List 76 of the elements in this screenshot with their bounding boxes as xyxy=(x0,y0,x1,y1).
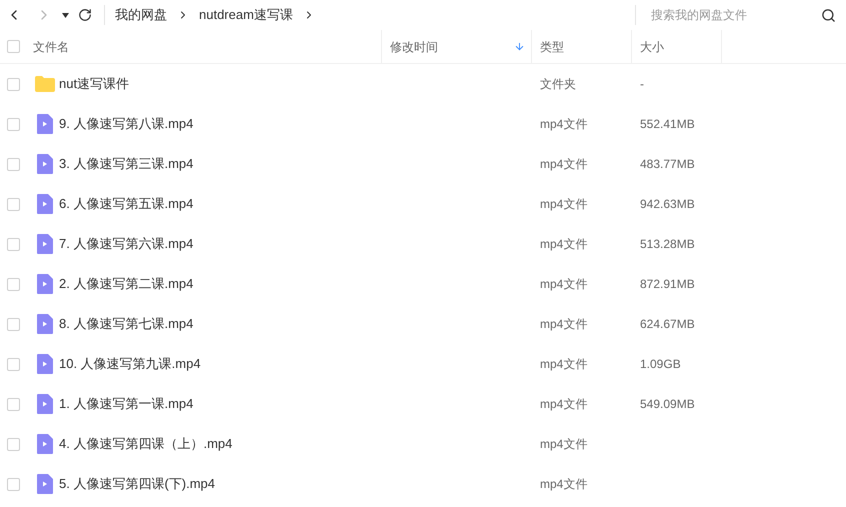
video-file-icon xyxy=(37,114,53,134)
checkbox[interactable] xyxy=(7,398,20,410)
checkbox[interactable] xyxy=(7,118,20,130)
file-row[interactable]: 8. 人像速写第七课.mp4 mp4文件 624.67MB xyxy=(0,304,846,344)
file-row[interactable]: 5. 人像速写第四课(下).mp4 mp4文件 xyxy=(0,464,846,504)
file-row[interactable]: nut速写课件 文件夹 - xyxy=(0,64,846,104)
file-size: 549.09MB xyxy=(639,396,695,413)
checkbox[interactable] xyxy=(7,278,20,290)
video-file-icon xyxy=(37,434,53,454)
file-name: 2. 人像速写第二课.mp4 xyxy=(59,275,194,294)
file-type: mp4文件 xyxy=(539,156,588,173)
video-file-icon xyxy=(37,474,53,494)
checkbox[interactable] xyxy=(7,40,20,53)
file-type: 文件夹 xyxy=(539,76,577,93)
file-row[interactable]: 1. 人像速写第一课.mp4 mp4文件 549.09MB xyxy=(0,384,846,424)
file-type: mp4文件 xyxy=(539,316,588,333)
checkbox[interactable] xyxy=(7,198,20,210)
checkbox[interactable] xyxy=(7,238,20,250)
file-row[interactable]: 3. 人像速写第三课.mp4 mp4文件 483.77MB xyxy=(0,144,846,184)
file-type: mp4文件 xyxy=(539,196,588,213)
checkbox[interactable] xyxy=(7,358,20,370)
file-name: 4. 人像速写第四课（上）.mp4 xyxy=(59,435,232,454)
file-size: 483.77MB xyxy=(639,156,695,173)
file-size: - xyxy=(639,76,644,93)
file-type: mp4文件 xyxy=(539,116,588,133)
search-icon[interactable] xyxy=(821,8,836,22)
file-name: 9. 人像速写第八课.mp4 xyxy=(59,115,194,134)
video-file-icon xyxy=(37,354,53,374)
file-size: 513.28MB xyxy=(639,236,695,253)
column-header[interactable]: 大小 xyxy=(632,30,722,63)
file-row[interactable]: 4. 人像速写第四课（上）.mp4 mp4文件 xyxy=(0,424,846,464)
video-file-icon xyxy=(37,234,53,254)
column-header[interactable]: 文件名 xyxy=(33,30,382,63)
checkbox[interactable] xyxy=(7,78,20,90)
file-size: 872.91MB xyxy=(639,276,695,293)
refresh-icon[interactable] xyxy=(78,8,92,22)
file-row[interactable]: 7. 人像速写第六课.mp4 mp4文件 513.28MB xyxy=(0,224,846,264)
file-name: 8. 人像速写第七课.mp4 xyxy=(59,315,194,334)
file-row[interactable]: 9. 人像速写第八课.mp4 mp4文件 552.41MB xyxy=(0,104,846,144)
dropdown-caret-icon[interactable] xyxy=(62,12,69,18)
checkbox[interactable] xyxy=(7,438,20,450)
file-size: 624.67MB xyxy=(639,316,695,333)
folder-icon xyxy=(35,76,55,92)
file-type: mp4文件 xyxy=(539,476,588,493)
video-file-icon xyxy=(37,394,53,414)
file-type: mp4文件 xyxy=(539,436,588,453)
video-file-icon xyxy=(37,314,53,334)
video-file-icon xyxy=(37,154,53,174)
column-header[interactable]: 类型 xyxy=(532,30,632,63)
file-name: 1. 人像速写第一课.mp4 xyxy=(59,395,194,414)
file-name: nut速写课件 xyxy=(59,75,130,94)
file-size: 552.41MB xyxy=(639,116,695,133)
video-file-icon xyxy=(37,274,53,294)
file-name: 6. 人像速写第五课.mp4 xyxy=(59,195,194,214)
file-row[interactable]: 6. 人像速写第五课.mp4 mp4文件 942.63MB xyxy=(0,184,846,224)
file-row[interactable]: 2. 人像速写第二课.mp4 mp4文件 872.91MB xyxy=(0,264,846,304)
file-name: 3. 人像速写第三课.mp4 xyxy=(59,155,194,174)
file-name: 10. 人像速写第九课.mp4 xyxy=(59,355,201,374)
file-type: mp4文件 xyxy=(539,276,588,293)
checkbox[interactable] xyxy=(7,478,20,490)
file-type: mp4文件 xyxy=(539,396,588,413)
file-size: 942.63MB xyxy=(639,196,695,213)
checkbox[interactable] xyxy=(7,158,20,170)
column-header[interactable]: 修改时间 xyxy=(382,30,532,63)
search-field[interactable]: 搜索我的网盘文件 xyxy=(651,6,821,24)
file-size: 1.09GB xyxy=(639,356,681,373)
breadcrumb-link[interactable]: 我的网盘 xyxy=(115,5,167,25)
file-type: mp4文件 xyxy=(539,236,588,253)
checkbox[interactable] xyxy=(7,318,20,330)
file-type: mp4文件 xyxy=(539,356,588,373)
video-file-icon xyxy=(37,194,53,214)
file-row[interactable]: 10. 人像速写第九课.mp4 mp4文件 1.09GB xyxy=(0,344,846,384)
sort-arrow-icon xyxy=(514,41,525,52)
file-name: 7. 人像速写第六课.mp4 xyxy=(59,235,194,254)
file-name: 5. 人像速写第四课(下).mp4 xyxy=(59,475,216,494)
breadcrumb-link[interactable]: nutdream速写课 xyxy=(199,5,293,25)
